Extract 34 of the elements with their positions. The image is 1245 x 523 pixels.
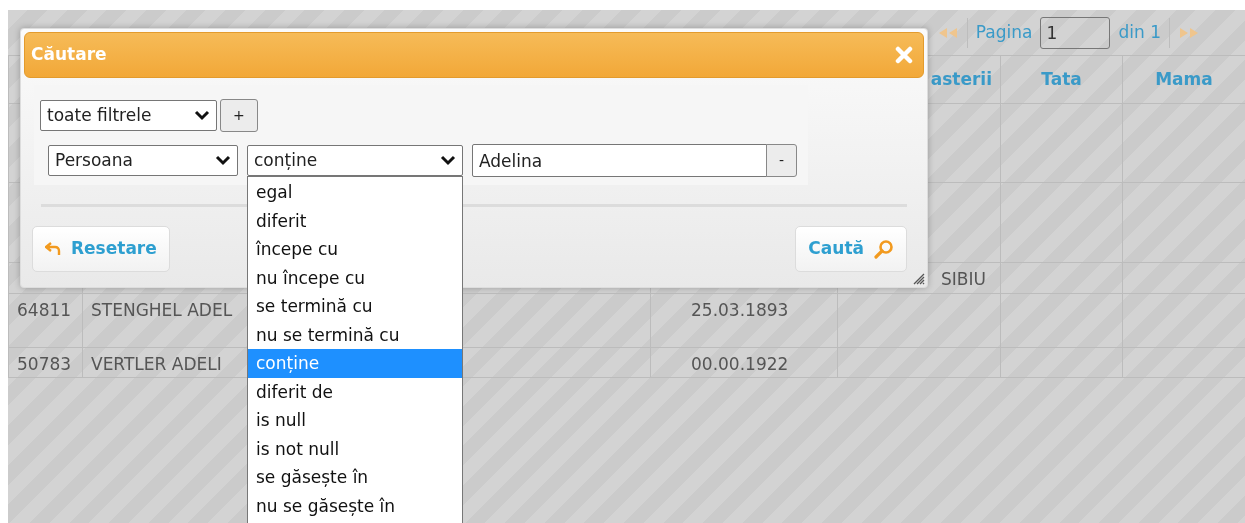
dropdown-option[interactable]: diferit [248,206,462,235]
table-cell: STENGHEL ADEL [91,299,233,320]
close-icon[interactable] [895,46,913,64]
page-label: Pagina [975,20,1033,44]
table-cell: 64811 [17,299,72,320]
operator-select[interactable]: conține [247,145,463,176]
add-rule-button[interactable]: + [220,99,258,132]
table-cell: 00.00.1922 [691,353,789,374]
dropdown-option[interactable]: is null [248,406,462,435]
chevron-icon [215,155,231,166]
field-select[interactable]: Persoana [48,145,238,176]
resize-grip-icon[interactable] [913,273,925,285]
undo-icon [45,242,61,256]
table-cell: 25.03.1893 [691,299,789,320]
group-operator-select[interactable]: toate filtrele [40,100,217,131]
dropdown-option[interactable]: nu se termină cu [248,320,462,349]
value-field[interactable]: Adelina [472,144,767,177]
chevron-icon [440,155,456,166]
dropdown-option[interactable]: diferit de [248,377,462,406]
page-field[interactable]: 1 [1040,16,1111,49]
dropdown-option[interactable]: nu se găsește în [248,491,462,520]
dropdown-option[interactable]: egal [248,178,462,207]
dropdown-option[interactable]: se termină cu [248,292,462,321]
table-cell: SIBIU [941,269,986,289]
dialog-title: Căutare [31,43,107,67]
page-total: din 1 [1118,20,1161,44]
dropdown-option[interactable]: începe cu [248,235,462,264]
table-cell: VERTLER ADELI [91,353,222,374]
dropdown-option[interactable]: is not null [248,434,462,463]
table-cell: 50783 [17,353,72,374]
search-icon [874,239,894,259]
chevron-icon [194,110,210,121]
dropdown-option[interactable]: se găsește în [248,463,462,492]
remove-rule-button[interactable]: - [766,144,798,177]
